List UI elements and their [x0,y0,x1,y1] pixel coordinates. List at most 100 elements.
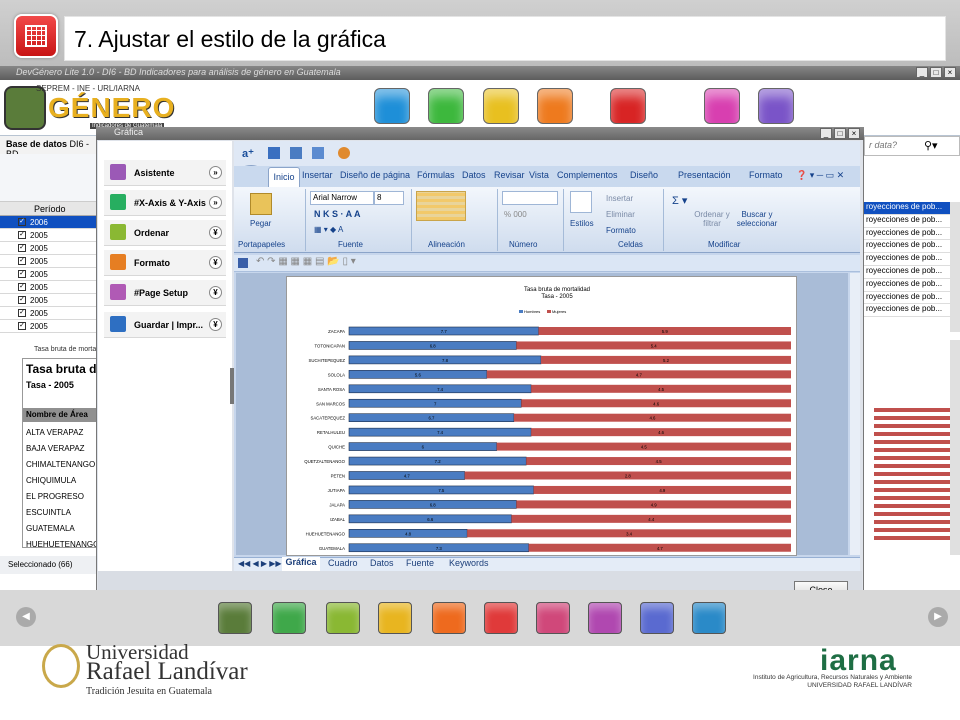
tab-diseno[interactable]: Diseño [630,170,658,180]
library-icon[interactable] [536,602,570,634]
table-cell[interactable]: royecciones de pob... [864,215,960,228]
help-icon[interactable]: ❓ ▾ ─ ▭ ✕ [796,170,844,181]
sheet-nav-arrows[interactable]: ◀◀ ◀ ▶ ▶▶ [238,559,282,568]
styles-button[interactable]: Estilos [570,219,594,228]
tab-vista[interactable]: Vista [529,170,549,180]
table-row[interactable]: ✓ 2005 [0,242,100,255]
table-cell[interactable]: royecciones de pob... [864,228,960,241]
table-row[interactable]: ✓ 2005 [0,281,100,294]
styles-icon[interactable] [570,191,592,213]
chart-icon[interactable] [268,147,280,159]
number-format-select[interactable] [502,191,558,205]
table-cell[interactable]: royecciones de pob... [864,304,960,318]
tab-revisar[interactable]: Revisar [494,170,525,180]
tab-datos[interactable]: Datos [462,170,486,180]
tools-icon[interactable] [326,602,360,634]
tab-cuadro[interactable]: Cuadro [328,558,358,568]
dialog-close-x-button[interactable]: × [848,128,860,139]
minimize-button[interactable]: _ [916,67,928,78]
search-input[interactable]: r data? [864,136,960,156]
tab-keywords[interactable]: Keywords [449,558,489,568]
projector-icon[interactable] [378,602,412,634]
table-row[interactable]: ✓ 2005 [0,307,100,320]
sort-filter-button[interactable]: Ordenar y filtrar [694,210,730,228]
sidebar-item-axis[interactable]: #X-Axis & Y-Axis» [104,190,226,216]
table-row[interactable]: ✓ 2005 [0,229,100,242]
border-fill-color[interactable]: ▦ ▾ ◆ A [314,225,343,234]
dialog-maximize-button[interactable]: □ [834,128,846,139]
table-grid-icon[interactable] [610,88,646,124]
document-icon[interactable] [758,88,794,124]
sidebar-item-ordenar[interactable]: Ordenar ¥ [104,220,226,246]
table-cell[interactable]: royecciones de pob... [864,279,960,292]
font-icon[interactable]: a⁺ [242,147,254,160]
puzzle-icon[interactable] [484,602,518,634]
table-row[interactable]: ✓ 2005 [0,294,100,307]
category-label: SANTA ROSA [318,387,345,392]
table-cell[interactable]: royecciones de pob... [864,266,960,279]
table-cell[interactable]: royecciones de pob... [864,253,960,266]
category-label: SACATEPEQUEZ [310,416,345,421]
arrow-right-icon[interactable]: ▶ [928,607,948,627]
delete-button[interactable]: Eliminar [606,210,635,219]
vertical-scrollbar[interactable] [850,273,860,555]
sidebar-item-guardar[interactable]: Guardar | Impr... ¥ [104,312,226,338]
pie-icon[interactable] [338,147,350,159]
mayan-face-icon[interactable] [218,602,252,634]
bar-chart-icon[interactable] [537,88,573,124]
find-select-button[interactable]: Buscar y seleccionar [734,210,780,228]
close-window-button[interactable]: × [944,67,956,78]
paste-icon[interactable] [250,193,272,215]
maximize-button[interactable]: □ [930,67,942,78]
globe-icon[interactable] [428,88,464,124]
chart-bars: ZACAPA 7.7 5.9 TOTONICAPAN 6.8 5.4 SUCHITEPEQU… [304,326,791,553]
network-icon[interactable] [588,602,622,634]
alignment-icon[interactable] [416,191,466,221]
copy-icon[interactable] [704,88,740,124]
tab-diseno-pagina[interactable]: Diseño de página [340,170,410,180]
tab-datos-sheet[interactable]: Datos [370,558,394,568]
scrollbar[interactable] [950,202,960,332]
bold-italic-underline[interactable]: N K S · A A [314,209,361,219]
bar-icon[interactable] [290,147,302,159]
font-name-select[interactable]: Arial Narrow [310,191,374,205]
pages-icon[interactable] [692,602,726,634]
scrollbar[interactable] [950,340,960,555]
table-row[interactable]: ✓ 2005 [0,255,100,268]
percent-icon[interactable]: % 000 [504,210,527,219]
book-icon[interactable] [432,602,466,634]
tab-presentacion[interactable]: Presentación [678,170,731,180]
tab-grafica[interactable]: Gráfica [282,557,320,571]
touch-icon[interactable] [374,88,410,124]
check-icon[interactable] [483,88,519,124]
font-size-select[interactable]: 8 [374,191,404,205]
tab-formato[interactable]: Formato [749,170,783,180]
table-row[interactable]: ✓ 2005 [0,268,100,281]
sidebar-item-page-setup[interactable]: #Page Setup ¥ [104,280,226,306]
line-icon[interactable] [312,147,324,159]
tab-inicio[interactable]: Inicio [268,167,300,187]
sum-icon[interactable]: Σ ▾ [672,194,687,207]
insert-button[interactable]: Insertar [606,194,633,203]
save-icon[interactable] [238,258,248,268]
tab-fuente[interactable]: Fuente [406,558,434,568]
arrow-left-icon[interactable]: ◀ [16,607,36,627]
undo-redo-icons[interactable]: ↶ ↷ ▦ ▦ ▦ ▤ 📂 ▯ ▾ [256,256,356,267]
paste-button[interactable]: Pegar [250,219,271,228]
dialog-minimize-button[interactable]: _ [820,128,832,139]
legend-label: Hombres [524,309,540,314]
tree-icon[interactable] [640,602,674,634]
table-row[interactable]: ✓ 2006 [0,216,100,229]
search-icon[interactable]: ⚲▾ [924,139,938,152]
tab-insertar[interactable]: Insertar [302,170,333,180]
table-cell[interactable]: royecciones de pob... [864,292,960,305]
table-cell[interactable]: royecciones de pob... [864,240,960,254]
table-cell[interactable]: royecciones de pob... [864,202,960,215]
question-icon[interactable] [272,602,306,634]
sidebar-item-asistente[interactable]: Asistente» [104,160,226,186]
format-button[interactable]: Formato [606,226,636,235]
sidebar-item-formato[interactable]: Formato ¥ [104,250,226,276]
tab-complementos[interactable]: Complementos [557,170,618,180]
tab-formulas[interactable]: Fórmulas [417,170,455,180]
table-row[interactable]: ✓ 2005 [0,320,100,333]
